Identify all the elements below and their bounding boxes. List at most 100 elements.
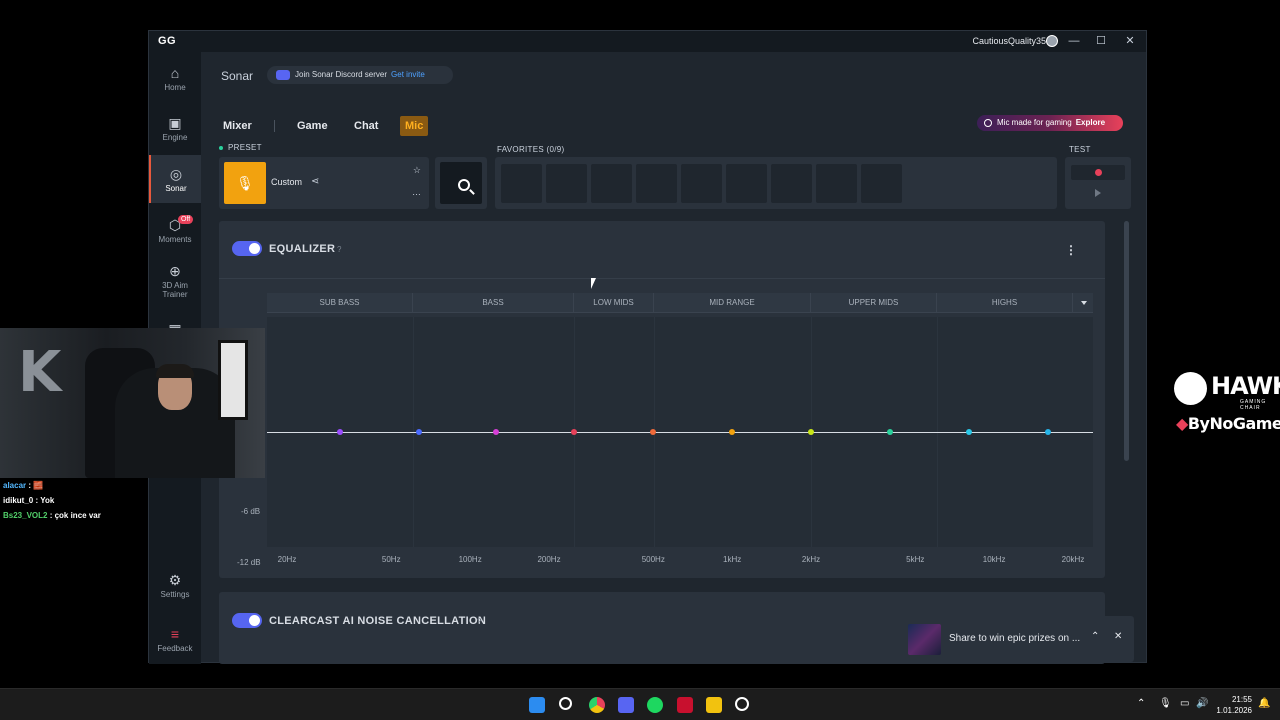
equalizer-toggle[interactable] bbox=[232, 241, 262, 256]
tab-game[interactable]: Game bbox=[297, 116, 328, 136]
nav-moments[interactable]: Off ⬡ Moments bbox=[149, 215, 201, 244]
discord-invite-link[interactable]: Get invite bbox=[391, 70, 425, 79]
windows-taskbar: ⌃ 🎙 ▭ 🔊 21:55 1.01.2026 🔔 bbox=[0, 688, 1280, 720]
eq-point-1[interactable] bbox=[337, 429, 344, 435]
play-icon[interactable] bbox=[1095, 189, 1101, 197]
favorite-slot[interactable] bbox=[636, 164, 677, 203]
hawk-sub: GAMING CHAIR bbox=[1240, 399, 1267, 411]
mic-promo-pill[interactable]: Mic made for gaming Explore bbox=[977, 115, 1123, 131]
toast-notification[interactable]: Share to win epic prizes on ... ⌃ ✕ bbox=[898, 616, 1134, 662]
x-axis-label: 200Hz bbox=[537, 555, 561, 564]
maximize-button[interactable]: ☐ bbox=[1093, 34, 1109, 48]
minimize-button[interactable]: — bbox=[1066, 34, 1082, 48]
network-icon[interactable]: ▭ bbox=[1180, 698, 1189, 709]
explore-link[interactable]: Explore bbox=[1076, 118, 1105, 127]
band-header: SUB BASS BASS LOW MIDS MID RANGE UPPER M… bbox=[267, 293, 1093, 313]
nav-home[interactable]: ⌂ Home bbox=[149, 66, 201, 92]
clock[interactable]: 21:55 1.01.2026 bbox=[1216, 694, 1252, 716]
band-low-mids[interactable]: LOW MIDS bbox=[574, 293, 654, 313]
title-bar: GG CautiousQuality35 — ☐ ✕ bbox=[149, 31, 1146, 52]
search-box bbox=[440, 162, 482, 204]
discord-icon[interactable] bbox=[618, 697, 634, 713]
preset-more-button[interactable]: … bbox=[412, 187, 421, 197]
help-icon[interactable]: ? bbox=[477, 617, 481, 626]
nav-aim-trainer[interactable]: ⊕ 3D Aim Trainer bbox=[149, 264, 201, 299]
eq-plot[interactable] bbox=[267, 317, 1093, 547]
x-axis-label: 20Hz bbox=[277, 555, 297, 564]
file-explorer-icon[interactable] bbox=[706, 697, 722, 713]
page-title: Sonar bbox=[221, 69, 254, 83]
band-highs[interactable]: HIGHS bbox=[937, 293, 1073, 313]
app-icon[interactable] bbox=[677, 697, 693, 713]
divider bbox=[219, 278, 1105, 279]
tab-divider bbox=[274, 120, 275, 132]
search-icon[interactable] bbox=[559, 697, 572, 710]
favorite-slot[interactable] bbox=[726, 164, 767, 203]
preset-search-button[interactable] bbox=[435, 157, 487, 209]
k-logo: K bbox=[18, 340, 62, 405]
tab-chat[interactable]: Chat bbox=[354, 116, 378, 136]
gear-icon: ⚙ bbox=[168, 572, 182, 588]
preset-card[interactable]: 🎙 Custom ⋖ ☆ … bbox=[219, 157, 429, 209]
favorite-slot[interactable] bbox=[501, 164, 542, 203]
spotify-icon[interactable] bbox=[647, 697, 663, 713]
tab-mixer[interactable]: Mixer bbox=[223, 116, 252, 136]
avatar[interactable] bbox=[1046, 35, 1058, 47]
eq-point-8[interactable] bbox=[886, 429, 893, 435]
nav-engine-label: Engine bbox=[162, 133, 188, 142]
eq-point-3[interactable] bbox=[492, 429, 499, 435]
record-icon bbox=[1095, 169, 1102, 176]
eq-point-2[interactable] bbox=[416, 429, 423, 435]
nav-sonar[interactable]: ◎ Sonar bbox=[149, 155, 201, 203]
eq-point-5[interactable] bbox=[650, 429, 657, 435]
favorite-star-icon[interactable]: ☆ bbox=[413, 165, 421, 176]
chrome-icon[interactable] bbox=[589, 697, 605, 713]
chip-icon: ▣ bbox=[168, 115, 182, 131]
nav-settings-label: Settings bbox=[160, 590, 190, 599]
nav-feedback[interactable]: ≡ Feedback bbox=[149, 627, 201, 653]
toast-close-button[interactable]: ✕ bbox=[1114, 631, 1122, 642]
eq-point-7[interactable] bbox=[808, 429, 814, 435]
tab-mic[interactable]: Mic bbox=[400, 116, 429, 136]
toast-text: Share to win epic prizes on ... bbox=[949, 633, 1081, 644]
steelseries-gg-icon[interactable] bbox=[735, 697, 749, 711]
eq-point-10[interactable] bbox=[1044, 429, 1051, 435]
favorite-slot[interactable] bbox=[591, 164, 632, 203]
speaker-icon[interactable]: 🔊 bbox=[1196, 698, 1208, 709]
close-button[interactable]: ✕ bbox=[1122, 34, 1138, 48]
favorite-slot[interactable] bbox=[771, 164, 812, 203]
nav-engine[interactable]: ▣ Engine bbox=[149, 116, 201, 142]
notification-icon[interactable]: 🔔 bbox=[1258, 698, 1270, 709]
start-icon[interactable] bbox=[529, 697, 545, 713]
chevron-up-icon[interactable]: ⌃ bbox=[1091, 631, 1099, 642]
favorite-slot[interactable] bbox=[816, 164, 857, 203]
discord-invite-pill[interactable]: Join Sonar Discord server Get invite bbox=[267, 66, 453, 84]
eq-point-4[interactable] bbox=[571, 429, 578, 435]
favorite-slot[interactable] bbox=[681, 164, 722, 203]
test-panel bbox=[1065, 157, 1131, 209]
favorite-slot[interactable] bbox=[861, 164, 902, 203]
mouse-cursor bbox=[591, 278, 596, 289]
band-mid-range[interactable]: MID RANGE bbox=[654, 293, 811, 313]
favorite-slot[interactable] bbox=[546, 164, 587, 203]
band-upper-mids[interactable]: UPPER MIDS bbox=[811, 293, 937, 313]
chevron-up-icon[interactable]: ⌃ bbox=[1137, 698, 1145, 709]
band-bass[interactable]: BASS bbox=[413, 293, 574, 313]
nav-settings[interactable]: ⚙ Settings bbox=[149, 573, 201, 599]
chat-user: alacar bbox=[3, 481, 27, 490]
eq-point-6[interactable] bbox=[729, 429, 736, 435]
chevron-down-icon[interactable] bbox=[1081, 301, 1087, 305]
equalizer-menu-button[interactable]: ⋮ bbox=[1065, 243, 1077, 257]
help-icon[interactable]: ? bbox=[337, 245, 341, 254]
feedback-icon: ≡ bbox=[170, 626, 180, 642]
eq-point-9[interactable] bbox=[965, 429, 972, 435]
username-label[interactable]: CautiousQuality35 bbox=[972, 36, 1046, 46]
band-sub-bass[interactable]: SUB BASS bbox=[267, 293, 413, 313]
share-icon[interactable]: ⋖ bbox=[311, 176, 319, 187]
clearcast-toggle[interactable] bbox=[232, 613, 262, 628]
chat-message: : Yok bbox=[33, 496, 55, 505]
microphone-icon[interactable]: 🎙 bbox=[1159, 698, 1172, 709]
record-button[interactable] bbox=[1071, 165, 1125, 180]
scrollbar[interactable] bbox=[1124, 221, 1129, 461]
chat-line: Bs23_VOL2 : çok ince var bbox=[3, 511, 101, 520]
